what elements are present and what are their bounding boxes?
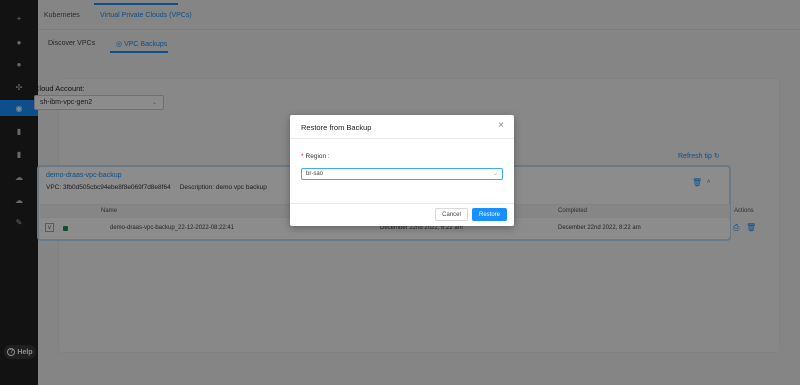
modal-header: Restore from Backup × xyxy=(290,115,514,139)
region-label: * Region : xyxy=(301,153,330,160)
close-icon[interactable]: × xyxy=(498,121,504,131)
cancel-label: Cancel xyxy=(442,211,461,218)
region-value: br-sao xyxy=(306,171,324,177)
region-label-text: Region : xyxy=(305,153,330,160)
cancel-button[interactable]: Cancel xyxy=(435,208,468,221)
restore-label: Restore xyxy=(478,211,500,218)
restore-button[interactable]: Restore xyxy=(472,208,507,221)
chevron-down-icon: ⌄ xyxy=(492,171,498,177)
required-mark: * xyxy=(301,153,304,160)
region-select[interactable]: br-sao ⌄ xyxy=(301,168,503,180)
modal-title: Restore from Backup xyxy=(301,123,372,132)
